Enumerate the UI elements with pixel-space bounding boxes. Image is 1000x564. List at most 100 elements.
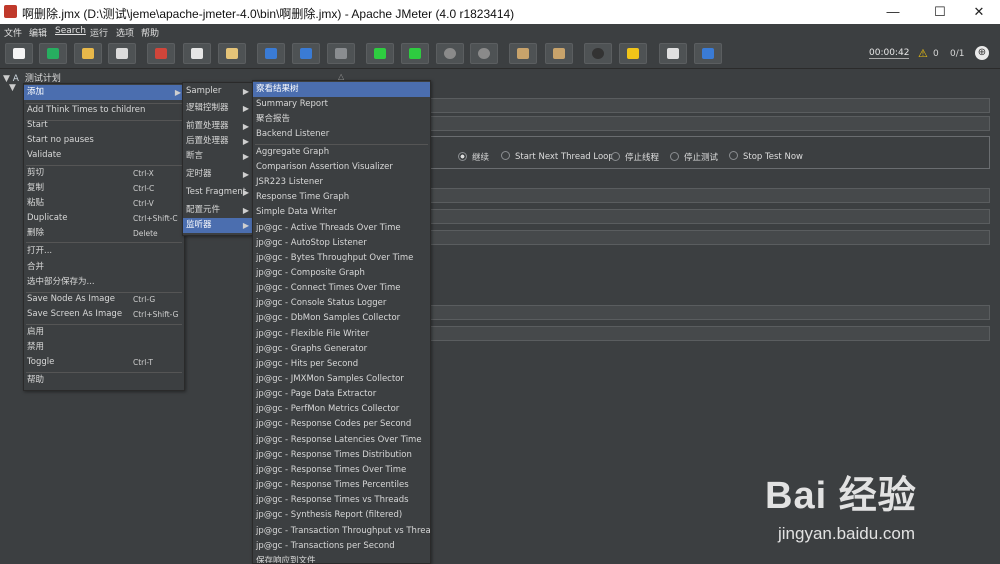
add-config-element[interactable]: 配置元件 ▶ (183, 203, 252, 218)
listener-item[interactable]: jp@gc - Bytes Throughput Over Time (253, 251, 430, 266)
collapse-button[interactable] (292, 43, 320, 64)
clear-button[interactable] (509, 43, 537, 64)
paste-button[interactable] (218, 43, 246, 64)
radio-start-next-loop[interactable]: Start Next Thread Loop (501, 151, 614, 162)
listener-item[interactable]: jp@gc - Response Times vs Threads (253, 493, 430, 508)
listener-item[interactable]: jp@gc - Response Times Distribution (253, 448, 430, 463)
listener-item[interactable]: Aggregate Graph (253, 145, 430, 160)
add-sampler[interactable]: Sampler ▶ (183, 84, 252, 99)
listener-item[interactable]: jp@gc - Response Times Percentiles (253, 478, 430, 493)
menu-file[interactable]: 文件 (4, 26, 22, 39)
context-save-selection-as[interactable]: 选中部分保存为... (24, 275, 184, 290)
listener-item[interactable]: jp@gc - Response Codes per Second (253, 417, 430, 432)
context-delete[interactable]: 删除 Delete (24, 226, 184, 241)
threads-count-field[interactable] (428, 188, 990, 203)
toggle-button[interactable] (327, 43, 355, 64)
templates-button[interactable] (39, 43, 67, 64)
radio-continue[interactable]: 继续 (458, 151, 489, 163)
context-start[interactable]: Start (24, 118, 184, 133)
listener-item[interactable]: jp@gc - Transaction Throughput vs Thread… (253, 524, 430, 539)
context-duplicate[interactable]: Duplicate Ctrl+Shift-C (24, 211, 184, 226)
listener-item[interactable]: jp@gc - Flexible File Writer (253, 327, 430, 342)
add-pre-processor[interactable]: 前置处理器 ▶ (183, 119, 252, 134)
cut-button[interactable] (147, 43, 175, 64)
listener-summary-report[interactable]: Summary Report (253, 97, 430, 112)
menu-options[interactable]: 选项 (116, 26, 134, 39)
listener-item[interactable]: jp@gc - Composite Graph (253, 266, 430, 281)
menu-help[interactable]: 帮助 (141, 26, 159, 39)
context-open[interactable]: 打开... (24, 244, 184, 259)
clear-all-button[interactable] (545, 43, 573, 64)
add-post-processor[interactable]: 后置处理器 ▶ (183, 134, 252, 149)
close-button[interactable]: ✕ (956, 0, 1000, 24)
shutdown-button[interactable] (470, 43, 498, 64)
context-save-node-image[interactable]: Save Node As Image Ctrl-G (24, 292, 184, 307)
context-start-no-pauses[interactable]: Start no pauses (24, 133, 184, 148)
context-cut[interactable]: 剪切 Ctrl-X (24, 166, 184, 181)
context-copy[interactable]: 复制 Ctrl-C (24, 181, 184, 196)
add-test-fragment[interactable]: Test Fragment ▶ (183, 185, 252, 200)
context-add[interactable]: 添加 ▶ (24, 85, 184, 100)
listener-item[interactable]: Response Time Graph (253, 190, 430, 205)
expand-button[interactable] (257, 43, 285, 64)
reset-search-button[interactable] (619, 43, 647, 64)
warning-icon[interactable]: ⚠ (918, 47, 928, 60)
listener-item[interactable]: jp@gc - Page Data Extractor (253, 387, 430, 402)
context-merge[interactable]: 合并 (24, 260, 184, 275)
context-enable[interactable]: 启用 (24, 325, 184, 340)
listener-item[interactable]: jp@gc - PerfMon Metrics Collector (253, 402, 430, 417)
menu-search[interactable]: Search (55, 26, 86, 36)
context-validate[interactable]: Validate (24, 148, 184, 163)
tree-expand-icon[interactable]: ▼ (9, 83, 16, 93)
listener-item[interactable]: jp@gc - Graphs Generator (253, 342, 430, 357)
add-listener[interactable]: 监听器 ▶ (183, 218, 252, 233)
listener-view-results-tree[interactable]: 察看结果树 (253, 82, 430, 97)
radio-stop-thread[interactable]: 停止线程 (611, 151, 659, 163)
listener-item[interactable]: jp@gc - DbMon Samples Collector (253, 311, 430, 326)
listener-item[interactable]: jp@gc - Console Status Logger (253, 296, 430, 311)
listener-item[interactable]: jp@gc - JMXMon Samples Collector (253, 372, 430, 387)
listener-item[interactable]: 保存响应到文件 (253, 554, 430, 563)
listener-item[interactable]: Simple Data Writer (253, 205, 430, 220)
listener-item[interactable]: jp@gc - Response Latencies Over Time (253, 433, 430, 448)
function-helper-button[interactable] (659, 43, 687, 64)
copy-button[interactable] (183, 43, 211, 64)
listener-aggregate-report[interactable]: 聚合报告 (253, 112, 430, 127)
start-button[interactable] (366, 43, 394, 64)
menu-run[interactable]: 运行 (90, 26, 108, 39)
listener-item[interactable]: jp@gc - Connect Times Over Time (253, 281, 430, 296)
add-timer[interactable]: 定时器 ▶ (183, 167, 252, 182)
duration-field[interactable] (428, 305, 990, 320)
listener-item[interactable]: Comparison Assertion Visualizer (253, 160, 430, 175)
name-field[interactable] (428, 98, 990, 113)
listener-item[interactable]: JSR223 Listener (253, 175, 430, 190)
stop-button[interactable] (436, 43, 464, 64)
context-disable[interactable]: 禁用 (24, 340, 184, 355)
minimize-button[interactable]: — (870, 0, 916, 24)
listener-item[interactable]: jp@gc - AutoStop Listener (253, 236, 430, 251)
loop-count-field[interactable] (428, 230, 990, 245)
startup-delay-field[interactable] (428, 326, 990, 341)
radio-stop-test[interactable]: 停止测试 (670, 151, 718, 163)
listener-item[interactable]: jp@gc - Active Threads Over Time (253, 221, 430, 236)
start-no-pauses-button[interactable] (401, 43, 429, 64)
save-button[interactable] (108, 43, 136, 64)
listener-item[interactable]: jp@gc - Hits per Second (253, 357, 430, 372)
new-button[interactable] (5, 43, 33, 64)
context-help[interactable]: 帮助 (24, 373, 184, 388)
context-save-screen-image[interactable]: Save Screen As Image Ctrl+Shift-G (24, 307, 184, 322)
help-button[interactable] (694, 43, 722, 64)
context-add-think-times[interactable]: Add Think Times to children (24, 103, 184, 118)
listener-backend-listener[interactable]: Backend Listener (253, 127, 430, 142)
ramp-up-field[interactable] (428, 209, 990, 224)
search-button[interactable] (584, 43, 612, 64)
listener-item[interactable]: jp@gc - Transactions per Second (253, 539, 430, 554)
remote-globe-icon[interactable]: ⊕ (975, 46, 989, 60)
listener-item[interactable]: jp@gc - Synthesis Report (filtered) (253, 508, 430, 523)
listener-item[interactable]: jp@gc - Response Times Over Time (253, 463, 430, 478)
add-logic-controller[interactable]: 逻辑控制器 ▶ (183, 101, 252, 116)
open-button[interactable] (74, 43, 102, 64)
context-toggle[interactable]: Toggle Ctrl-T (24, 355, 184, 370)
add-assertion[interactable]: 断言 ▶ (183, 149, 252, 164)
comments-field[interactable] (428, 116, 990, 131)
